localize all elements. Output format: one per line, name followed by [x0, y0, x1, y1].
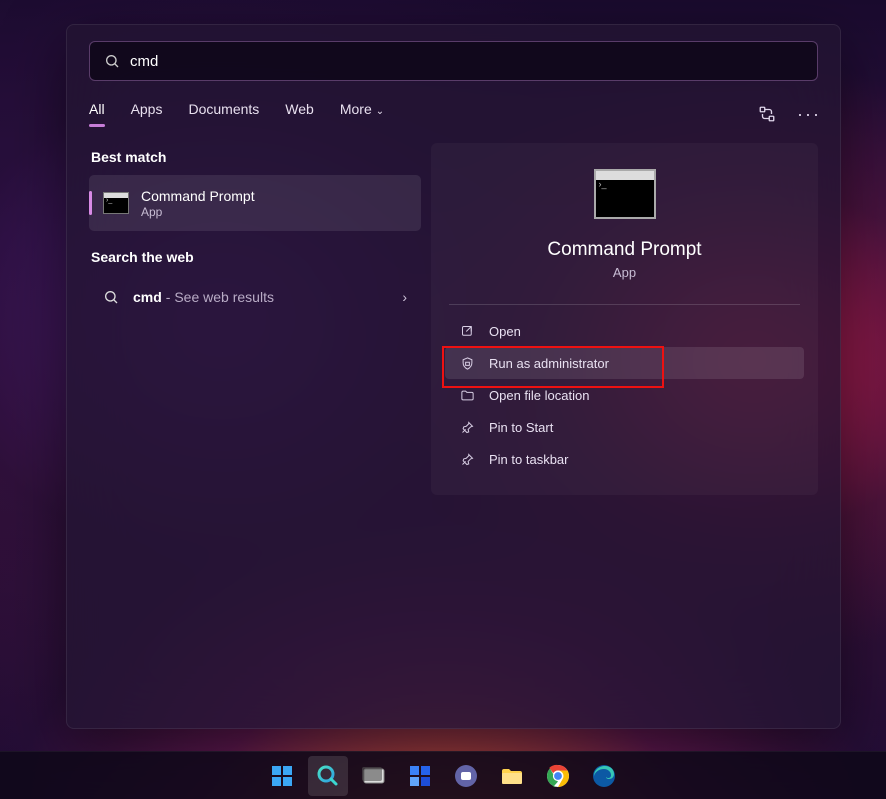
action-label: Run as administrator [489, 356, 609, 371]
divider [449, 304, 800, 305]
taskbar-edge[interactable] [584, 756, 624, 796]
preview-title: Command Prompt [547, 239, 701, 261]
tab-more[interactable]: More⌄ [340, 101, 384, 127]
results-column: Best match Command Prompt App Search the… [89, 143, 421, 495]
taskbar-chrome[interactable] [538, 756, 578, 796]
more-icon[interactable]: ··· [800, 105, 818, 123]
tab-all[interactable]: All [89, 101, 105, 127]
open-icon [459, 323, 475, 339]
cmd-icon [103, 192, 129, 214]
action-run-admin[interactable]: Run as administrator [445, 347, 804, 379]
start-search-panel: All Apps Documents Web More⌄ ··· Best ma… [66, 24, 841, 729]
web-term: cmd [133, 289, 162, 305]
result-subtitle: App [141, 205, 255, 219]
action-pin-start[interactable]: Pin to Start [445, 411, 804, 443]
cmd-icon [594, 169, 656, 219]
tab-apps[interactable]: Apps [131, 101, 163, 127]
action-pin-taskbar[interactable]: Pin to taskbar [445, 443, 804, 475]
preview-subtitle: App [613, 265, 636, 280]
pin-icon [459, 451, 475, 467]
action-label: Open file location [489, 388, 589, 403]
search-web-heading: Search the web [91, 249, 421, 265]
tab-web[interactable]: Web [285, 101, 314, 127]
web-suffix: - See web results [166, 289, 274, 305]
search-input[interactable] [130, 53, 803, 70]
tab-documents[interactable]: Documents [188, 101, 259, 127]
action-open-loc[interactable]: Open file location [445, 379, 804, 411]
web-result[interactable]: cmd - See web results › [89, 275, 421, 319]
filter-tabs: All Apps Documents Web More⌄ ··· [89, 101, 818, 127]
flow-icon[interactable] [758, 105, 776, 123]
pin-icon [459, 419, 475, 435]
taskbar-chat[interactable] [446, 756, 486, 796]
search-icon [104, 53, 120, 69]
chevron-down-icon: ⌄ [376, 106, 384, 117]
action-label: Pin to Start [489, 420, 553, 435]
preview-pane: Command Prompt App Open Run as administra… [431, 143, 818, 495]
best-match-heading: Best match [91, 149, 421, 165]
folder-icon [459, 387, 475, 403]
action-label: Open [489, 324, 521, 339]
taskbar [0, 751, 886, 799]
taskbar-explorer[interactable] [492, 756, 532, 796]
chevron-right-icon: › [402, 289, 407, 305]
taskbar-widgets[interactable] [400, 756, 440, 796]
search-box[interactable] [89, 41, 818, 81]
result-command-prompt[interactable]: Command Prompt App [89, 175, 421, 231]
search-icon [103, 289, 119, 305]
action-open[interactable]: Open [445, 315, 804, 347]
taskbar-taskview[interactable] [354, 756, 394, 796]
taskbar-search[interactable] [308, 756, 348, 796]
action-label: Pin to taskbar [489, 452, 569, 467]
taskbar-start[interactable] [262, 756, 302, 796]
shield-icon [459, 355, 475, 371]
result-title: Command Prompt [141, 188, 255, 204]
